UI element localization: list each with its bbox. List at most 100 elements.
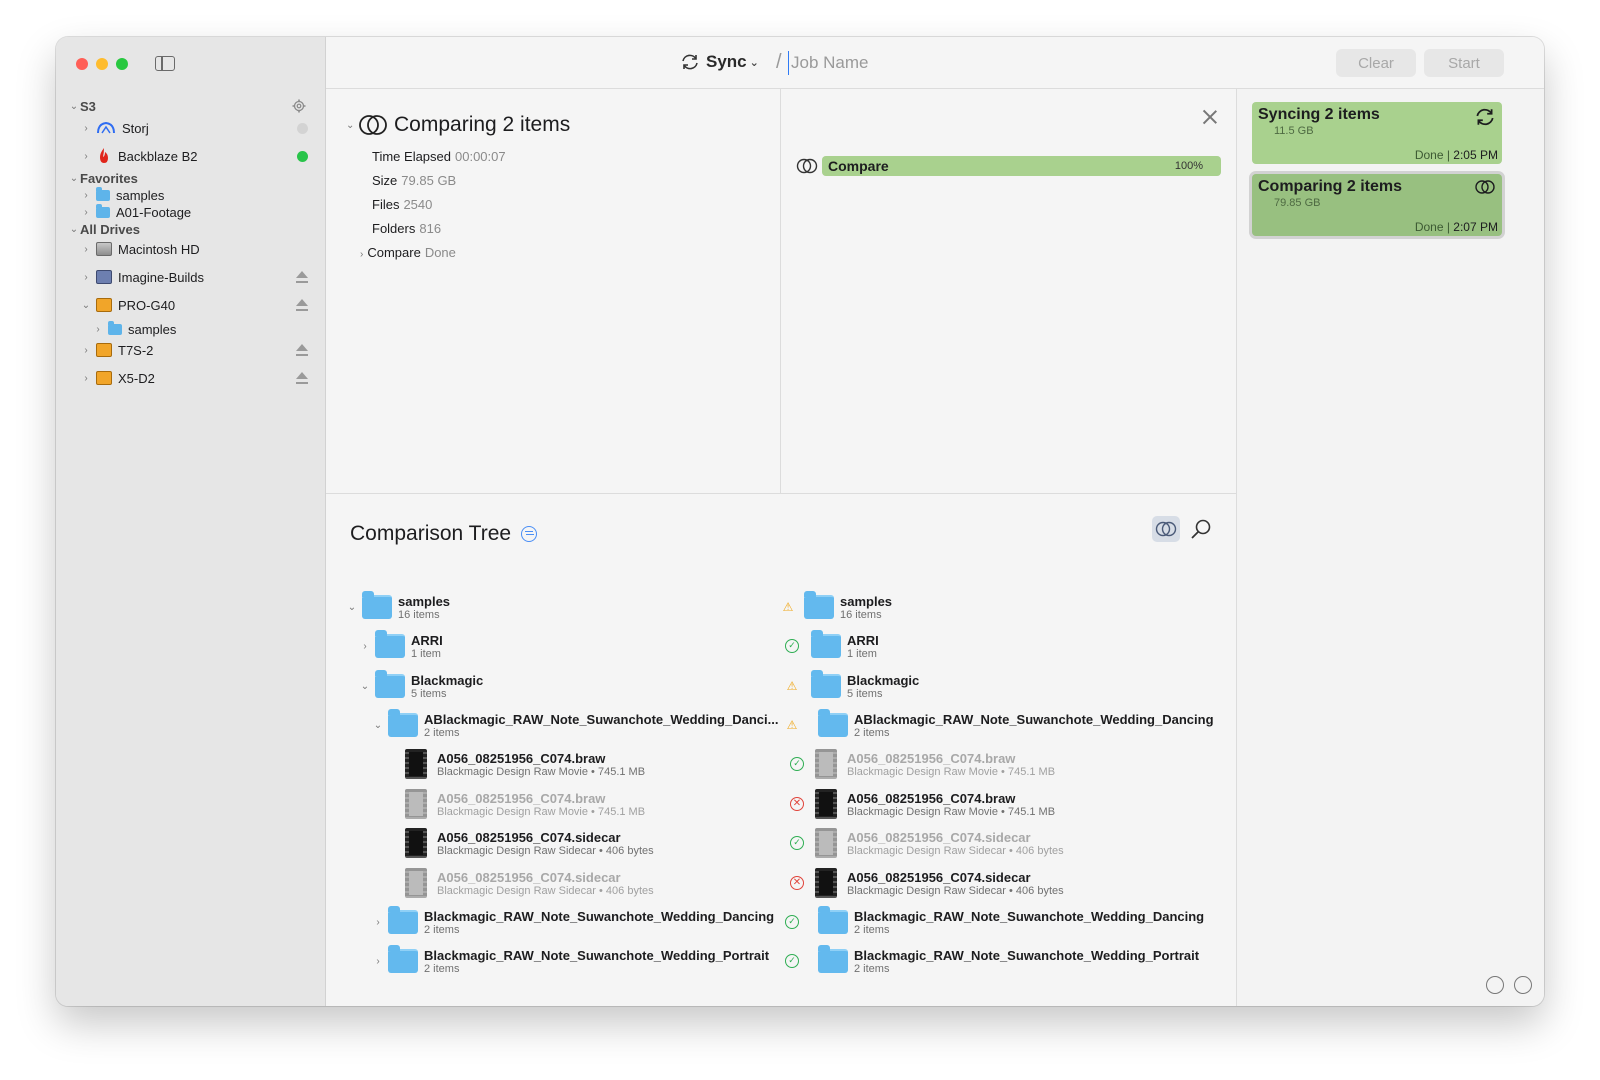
tree-item-name: A056_08251956_C074.braw (847, 790, 1016, 806)
tree-folder-row[interactable]: › Blackmagic_RAW_Note_Suwanchote_Wedding_… (372, 943, 769, 979)
folder-icon (818, 709, 848, 737)
chevron-right-icon: › (84, 372, 88, 384)
minimize-window-button[interactable] (96, 58, 108, 70)
tree-item-detail: 2 items (854, 962, 890, 975)
history-icon[interactable] (1486, 976, 1504, 994)
stat-files: Files 2540 (372, 197, 433, 212)
storj-cloud-icon (97, 121, 115, 134)
start-button[interactable]: Start (1424, 49, 1504, 77)
close-icon[interactable] (1202, 109, 1218, 125)
tree-item-detail: 16 items (398, 608, 440, 621)
job-name-input[interactable] (788, 51, 988, 75)
filter-icon[interactable] (521, 526, 538, 542)
stat-time-elapsed: Time Elapsed 00:00:07 (372, 149, 506, 164)
tree-file-row[interactable]: A056_08251956_C074.sidecar Blackmagic Des… (807, 865, 1064, 901)
tree-item-text: Blackmagic_RAW_Note_Suwanchote_Wedding_D… (854, 909, 1204, 936)
clear-button[interactable]: Clear (1336, 49, 1416, 77)
tree-file-row[interactable]: A056_08251956_C074.sidecar Blackmagic Des… (807, 825, 1064, 861)
search-icon[interactable] (1190, 518, 1212, 540)
tree-item-detail: 5 items (411, 687, 447, 700)
eject-icon[interactable] (296, 344, 308, 356)
sidebar-item-pro-g40[interactable]: ⌄ PRO-G40 (56, 294, 326, 316)
tree-item-text: ARRI 1 item (411, 633, 443, 660)
window-controls (76, 58, 128, 70)
sidebar-item-storj[interactable]: › Storj (56, 117, 326, 139)
sidebar-item-x5-d2[interactable]: › X5-D2 (56, 367, 326, 389)
chevron-right-icon[interactable]: › (359, 641, 371, 652)
chevron-down-icon: ⌄ (69, 223, 79, 235)
stat-compare[interactable]: › Compare Done (360, 245, 456, 260)
tree-item-name: Blackmagic_RAW_Note_Suwanchote_Wedding_D… (854, 908, 1205, 924)
chevron-right-icon: › (96, 323, 100, 335)
job-summary: ⌄ Comparing 2 items Time Elapsed 00:00:07… (326, 89, 781, 493)
job-detail-title[interactable]: ⌄ Comparing 2 items (346, 113, 570, 137)
sidebar-section-s3[interactable]: ⌄ S3 (56, 95, 326, 117)
tree-folder-row[interactable]: › ARRI 1 item (359, 628, 443, 664)
eject-icon[interactable] (296, 299, 308, 311)
braw-file-icon (815, 749, 837, 779)
tree-item-detail: Blackmagic Design Raw Sidecar • 406 byte… (847, 844, 1064, 857)
braw-file-icon (405, 828, 427, 858)
chevron-right-icon[interactable]: › (372, 956, 384, 967)
chevron-down-icon[interactable]: ⌄ (372, 720, 384, 731)
tree-item-text: samples 16 items (840, 594, 892, 621)
status-warning-icon: ⚠ (782, 600, 794, 614)
sidebar-item-imagine-builds[interactable]: › Imagine-Builds (56, 266, 326, 288)
eject-icon[interactable] (296, 271, 308, 283)
tree-file-row[interactable]: A056_08251956_C074.braw Blackmagic Design… (807, 786, 1055, 822)
zoom-window-button[interactable] (116, 58, 128, 70)
folder-icon (362, 591, 392, 619)
tree-item-detail: Blackmagic Design Raw Movie • 745.1 MB (847, 805, 1056, 818)
chevron-right-icon[interactable]: › (372, 917, 384, 928)
gear-icon[interactable] (292, 99, 306, 113)
tree-item-detail: Blackmagic Design Raw Sidecar • 406 byte… (437, 884, 654, 897)
tree-item-text: ARRI 1 item (847, 633, 879, 660)
tree-file-row[interactable]: A056_08251956_C074.sidecar Blackmagic Des… (385, 865, 654, 901)
status-match-icon: ✓ (785, 954, 799, 968)
tree-folder-row[interactable]: Blackmagic_RAW_Note_Suwanchote_Wedding_P… (814, 943, 1199, 979)
sidebar-item-macintosh-hd[interactable]: › Macintosh HD (56, 238, 326, 260)
tree-folder-row[interactable]: Blackmagic 5 items (807, 668, 919, 704)
tree-folder-row[interactable]: ARRI 1 item (807, 628, 879, 664)
backblaze-flame-icon (100, 148, 108, 163)
tree-folder-row[interactable]: ⌄ Blackmagic 5 items (359, 668, 483, 704)
tree-file-row[interactable]: A056_08251956_C074.braw Blackmagic Design… (385, 746, 645, 782)
external-drive-icon (96, 343, 112, 357)
sidebar-section-all-drives[interactable]: ⌄ All Drives (56, 218, 326, 240)
tree-file-row[interactable]: A056_08251956_C074.braw Blackmagic Design… (385, 786, 645, 822)
chevron-down-icon[interactable]: ⌄ (346, 602, 358, 613)
sidebar-item-backblaze[interactable]: › Backblaze B2 (56, 145, 326, 167)
tree-folder-row[interactable]: Blackmagic_RAW_Note_Suwanchote_Wedding_D… (814, 904, 1204, 940)
tree-file-row[interactable]: A056_08251956_C074.braw Blackmagic Design… (807, 746, 1055, 782)
sidebar-item-t7s-2[interactable]: › T7S-2 (56, 339, 326, 361)
tree-item-text: A056_08251956_C074.braw Blackmagic Design… (437, 791, 645, 818)
job-card-comparing[interactable]: Comparing 2 items 79.85 GB Done | 2:07 P… (1252, 174, 1502, 236)
tree-item-detail: 5 items (847, 687, 883, 700)
job-card-syncing[interactable]: Syncing 2 items 11.5 GB Done | 2:05 PM (1252, 102, 1502, 164)
tree-item-text: A056_08251956_C074.sidecar Blackmagic Des… (847, 870, 1064, 897)
tree-item-detail: 2 items (424, 726, 460, 739)
chevron-down-icon[interactable]: ⌄ (359, 681, 371, 692)
tree-item-text: A056_08251956_C074.braw Blackmagic Design… (437, 751, 645, 778)
mode-dropdown[interactable]: Sync ⌄ (680, 52, 759, 72)
tree-item-detail: 1 item (411, 647, 441, 660)
sidebar-item-pro-g40-samples[interactable]: › samples (56, 318, 326, 340)
tree-folder-row[interactable]: ABlackmagic_RAW_Note_Suwanchote_Wedding_… (814, 707, 1214, 743)
eject-icon[interactable] (296, 372, 308, 384)
list-filter-icon[interactable] (1514, 976, 1532, 994)
tree-item-name: A056_08251956_C074.sidecar (437, 829, 621, 845)
sidebar: ⌄ S3 › Storj › Backblaze B2 ⌄ Favorites … (56, 37, 326, 1006)
compare-view-button[interactable] (1152, 516, 1180, 542)
comparison-tree: Comparison Tree ⌄ samples 16 items › ARRI 1 i… (326, 494, 1236, 1006)
sidebar-toggle-icon[interactable] (155, 56, 175, 71)
close-window-button[interactable] (76, 58, 88, 70)
tree-item-detail: Blackmagic Design Raw Sidecar • 406 byte… (437, 844, 654, 857)
tree-folder-row[interactable]: ⌄ samples 16 items (346, 589, 450, 625)
tree-folder-row[interactable]: samples 16 items (800, 589, 892, 625)
tree-item-detail: 16 items (840, 608, 882, 621)
stat-size: Size 79.85 GB (372, 173, 457, 188)
tree-folder-row[interactable]: ⌄ ABlackmagic_RAW_Note_Suwanchote_Wedding… (372, 707, 778, 743)
folder-icon (96, 186, 110, 201)
tree-folder-row[interactable]: › Blackmagic_RAW_Note_Suwanchote_Wedding_… (372, 904, 774, 940)
tree-file-row[interactable]: A056_08251956_C074.sidecar Blackmagic Des… (385, 825, 654, 861)
